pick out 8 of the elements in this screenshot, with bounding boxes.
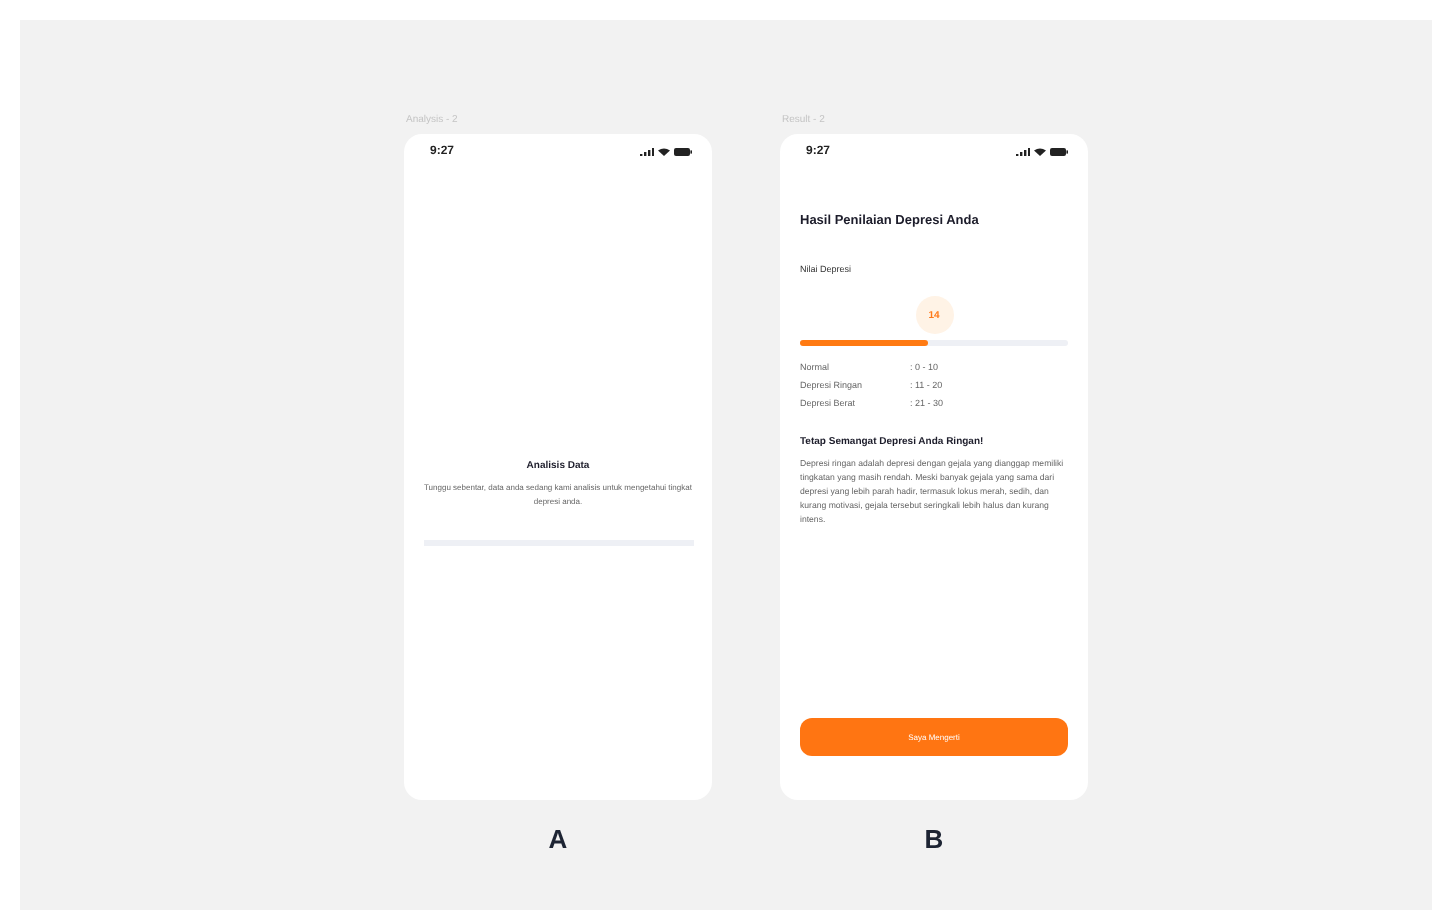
wifi-icon bbox=[1034, 148, 1046, 156]
signal-icon bbox=[640, 148, 654, 156]
screen-caption: B bbox=[922, 824, 946, 854]
battery-icon bbox=[1050, 148, 1068, 156]
battery-icon bbox=[674, 148, 692, 156]
signal-icon bbox=[1016, 148, 1030, 156]
wifi-icon bbox=[658, 148, 670, 156]
screen-caption: A bbox=[546, 824, 570, 854]
